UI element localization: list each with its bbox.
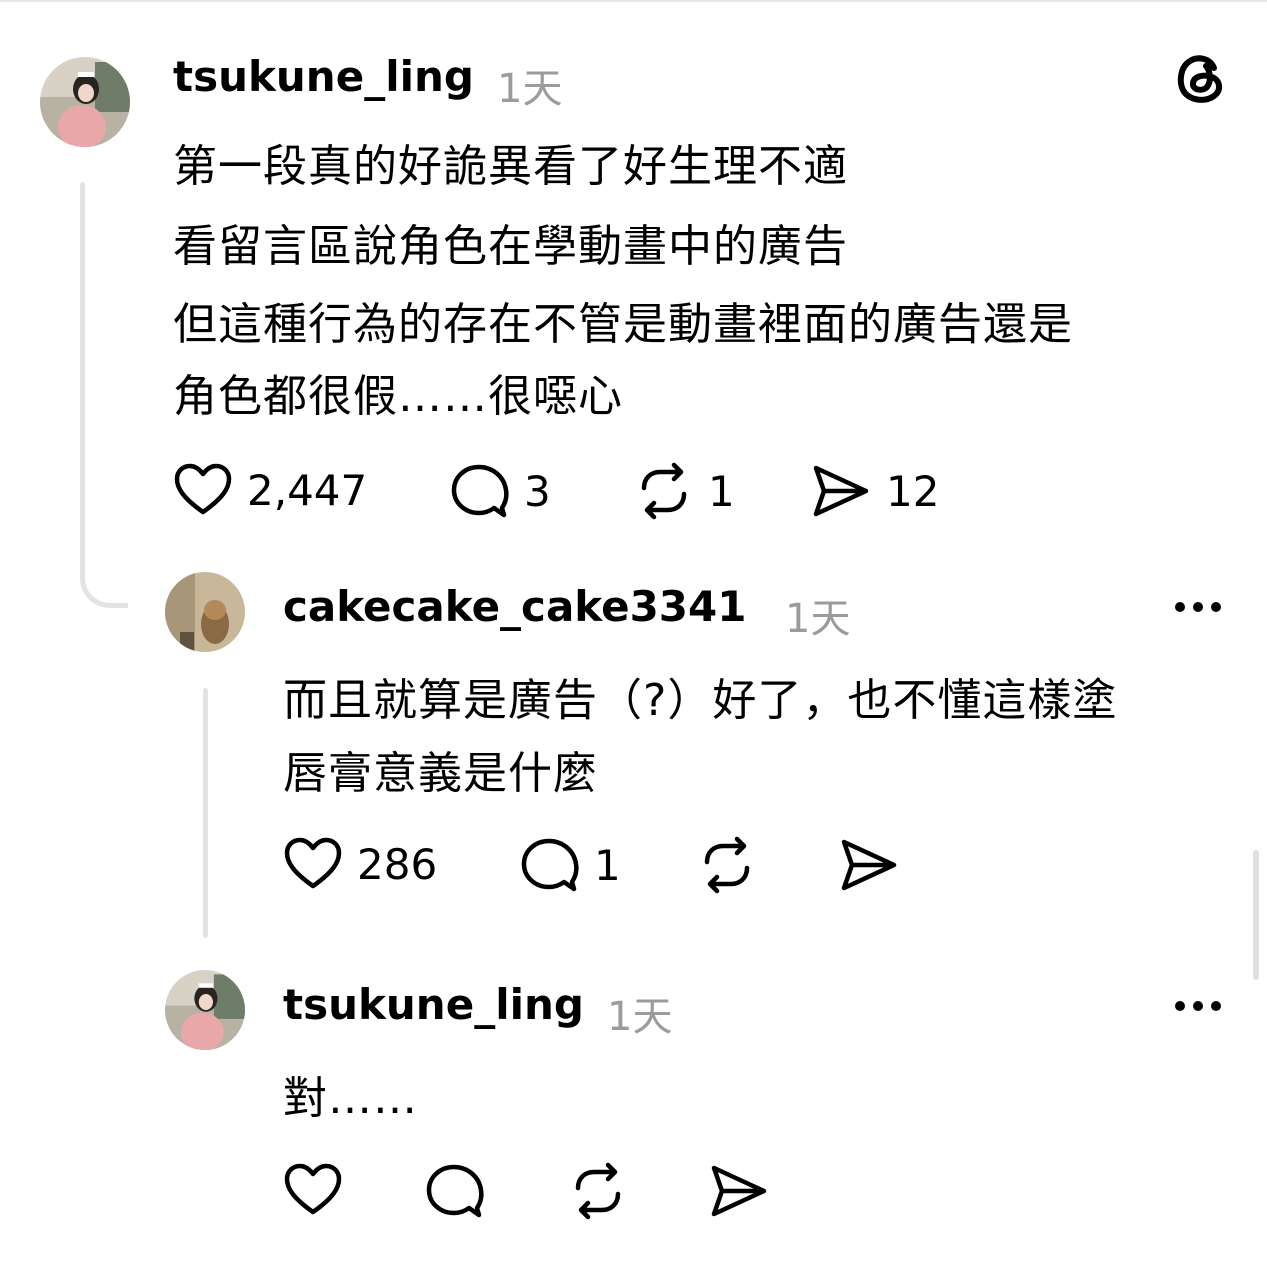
share-button[interactable]: [708, 1162, 770, 1220]
send-icon: [813, 465, 869, 517]
heart-icon: [284, 837, 342, 889]
comment-text-line: 唇膏意義是什麼: [283, 748, 598, 799]
more-dots-icon[interactable]: [1175, 602, 1221, 612]
repost-button[interactable]: [568, 1162, 628, 1220]
avatar-photo: [165, 970, 245, 1050]
username[interactable]: cakecake_cake3341: [283, 582, 746, 631]
repost-icon: [575, 1162, 621, 1220]
like-count: 286: [357, 839, 438, 889]
comment-text-line: 看留言區說角色在學動畫中的廣告: [173, 221, 848, 272]
comment-text-line: 但這種行為的存在不管是動畫裡面的廣告還是: [173, 299, 1073, 350]
share-button[interactable]: 12: [810, 462, 939, 520]
like-button[interactable]: [283, 1162, 343, 1218]
like-count: 2,447: [247, 465, 368, 515]
more-dots-icon[interactable]: [1175, 1001, 1221, 1011]
share-button[interactable]: [838, 836, 900, 894]
avatar-photo: [165, 572, 245, 652]
send-icon: [711, 1165, 767, 1217]
comment-text-line: 對……: [283, 1073, 418, 1124]
reply-count: 3: [524, 466, 551, 516]
comment-bubble-icon: [426, 1164, 484, 1218]
heart-icon: [284, 1163, 342, 1215]
send-icon: [841, 839, 897, 891]
avatar[interactable]: [165, 572, 245, 652]
repost-button[interactable]: [697, 836, 757, 894]
avatar[interactable]: [40, 57, 130, 147]
thread-line: [203, 688, 208, 938]
avatar-photo: [40, 57, 130, 147]
username[interactable]: tsukune_ling: [283, 980, 584, 1029]
repost-icon: [704, 836, 750, 894]
avatar[interactable]: [165, 970, 245, 1050]
repost-button[interactable]: 1: [634, 462, 735, 520]
top-divider: [0, 0, 1267, 2]
heart-icon: [174, 463, 232, 515]
comment-text-line: 而且就算是廣告（?）好了，也不懂這樣塗: [283, 675, 1118, 726]
reply-button[interactable]: 3: [450, 462, 551, 520]
scrollbar[interactable]: [1253, 850, 1259, 980]
like-button[interactable]: 286: [283, 836, 437, 892]
reply-button[interactable]: [425, 1162, 485, 1220]
threads-logo-icon[interactable]: [1170, 48, 1230, 108]
reply-button[interactable]: 1: [520, 836, 621, 894]
comment-text-line: 角色都很假……很噁心: [173, 371, 623, 422]
reply-count: 1: [594, 840, 621, 890]
timestamp: 1天: [607, 994, 673, 1040]
repost-count: 1: [708, 466, 735, 516]
thread-line: [80, 182, 85, 572]
timestamp: 1天: [785, 596, 851, 642]
like-button[interactable]: 2,447: [173, 462, 367, 518]
thread-connector-line: [80, 560, 128, 608]
comment-bubble-icon: [521, 838, 579, 892]
username[interactable]: tsukune_ling: [173, 52, 474, 101]
comment-text-line: 第一段真的好詭異看了好生理不適: [173, 141, 848, 192]
timestamp: 1天: [497, 66, 563, 112]
comment-bubble-icon: [451, 464, 509, 518]
share-count: 12: [886, 466, 940, 516]
repost-icon: [641, 462, 687, 520]
